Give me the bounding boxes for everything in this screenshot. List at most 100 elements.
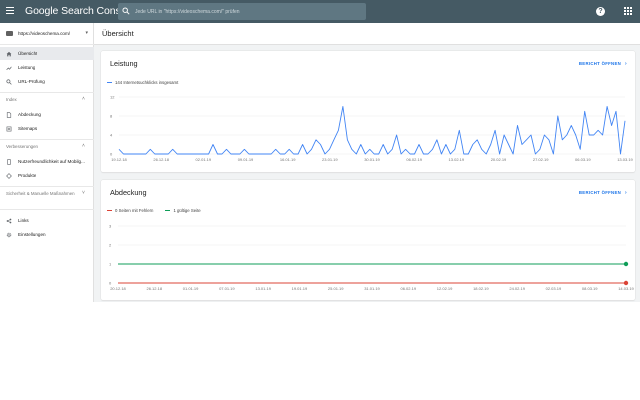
document-icon — [6, 111, 12, 118]
home-icon — [6, 51, 12, 56]
x-tick-label: 06.02.19 — [400, 286, 416, 291]
sidebar-item-einstellungen[interactable]: Einstellungen — [0, 228, 94, 241]
x-tick-label: 07.01.19 — [219, 286, 235, 291]
section-title-verbesserungen[interactable]: Verbesserungen — [6, 144, 86, 150]
x-tick-label: 08.03.19 — [582, 286, 598, 291]
x-tick-label: 18.02.19 — [473, 286, 489, 291]
coverage-card: Abdeckung BERICHT ÖFFNEN › 0 Seiten mit F… — [101, 180, 635, 300]
chart-legend: 0 Seiten mit Fehlern 1 gültige Seite — [107, 208, 213, 213]
series-line-clicks — [118, 106, 626, 155]
search-icon — [122, 7, 130, 15]
chevron-down-icon[interactable]: ˅ — [82, 190, 85, 196]
sidebar-item-links[interactable]: Links — [0, 214, 94, 227]
chevron-up-icon[interactable]: ˄ — [82, 96, 85, 102]
x-tick-label: 19.01.19 — [292, 286, 308, 291]
open-report-button[interactable]: BERICHT ÖFFNEN › — [579, 190, 627, 196]
sidebar-item-label: Produkte — [18, 173, 37, 178]
performance-card: Leistung BERICHT ÖFFNEN › 144 Internetsuc… — [101, 51, 635, 172]
sidebar-item-uebersicht[interactable]: Übersicht — [0, 47, 94, 60]
x-tick-label: 20.12.18 — [110, 286, 126, 291]
menu-icon[interactable] — [6, 7, 14, 15]
sidebar-item-label: Leistung — [18, 65, 36, 70]
sidebar-item-produkte[interactable]: Produkte — [0, 169, 94, 182]
open-report-label: BERICHT ÖFFNEN — [578, 190, 622, 195]
section-title-sicherheit[interactable]: Sicherheit & Manuelle Maßnahmen — [6, 191, 86, 197]
x-tick-label: 02.03.19 — [546, 286, 562, 291]
x-tick-label: 24.02.19 — [509, 286, 525, 291]
x-tick-label: 12.02.19 — [437, 286, 453, 291]
app-window: Google Search Console ? https://videosch… — [0, 0, 640, 302]
chevron-right-icon: › — [625, 61, 627, 67]
y-tick-label: 0 — [109, 280, 112, 285]
sidebar-item-abdeckung[interactable]: Abdeckung — [0, 108, 94, 121]
page-title: Übersicht — [102, 29, 134, 38]
apps-grid-icon[interactable] — [624, 7, 632, 15]
legend-swatch — [165, 209, 171, 212]
sidebar-item-url-pruefung[interactable]: URL-Prüfung — [0, 75, 94, 88]
sidebar-item-label: Abdeckung — [18, 112, 41, 117]
sidebar-item-label: Übersicht — [18, 51, 38, 56]
legend-swatch — [107, 81, 112, 84]
legend-label: 1 gültige Seite — [173, 208, 201, 213]
chart-legend: 144 Internetsuchklicks insgesamt — [107, 80, 190, 85]
y-tick-label: 1 — [109, 261, 112, 266]
y-tick-label: 8 — [110, 113, 113, 118]
property-label: https://videoschema.com/ — [18, 30, 71, 36]
sidebar-item-sitemaps[interactable]: Sitemaps — [0, 122, 94, 135]
x-tick-label: 16.01.19 — [280, 157, 296, 162]
sidebar-item-label: Einstellungen — [18, 232, 46, 237]
legend-label: 0 Seiten mit Fehlern — [115, 208, 154, 213]
property-selector[interactable]: https://videoschema.com/ ▾ — [0, 23, 94, 43]
sidebar-divider — [0, 209, 94, 210]
x-tick-label: 20.02.19 — [491, 157, 507, 162]
sidebar-divider — [0, 186, 94, 187]
x-tick-label: 27.02.19 — [533, 157, 549, 162]
x-tick-label: 19.12.18 — [111, 157, 127, 162]
sidebar-item-label: Links — [18, 218, 29, 223]
trending-icon — [6, 66, 12, 70]
sidebar-item-mobile-usability[interactable]: Nutzerfreundlichkeit auf Mobilg... — [0, 155, 94, 168]
sidebar: https://videoschema.com/ ▾ Übersicht Lei… — [0, 23, 94, 302]
caret-down-icon: ▾ — [85, 30, 88, 36]
sidebar-divider — [0, 92, 94, 93]
x-tick-label: 06.03.19 — [575, 157, 591, 162]
performance-chart: 0 4 8 12 19.12.18 26.12.18 02.01.19 09.01.19 16.… — [110, 94, 634, 162]
links-icon — [6, 218, 12, 223]
help-icon[interactable]: ? — [596, 7, 605, 16]
diamond-icon — [6, 172, 12, 179]
search-input[interactable] — [135, 3, 363, 20]
y-tick-label: 0 — [110, 151, 113, 156]
x-tick-label: 30.01.19 — [364, 157, 380, 162]
section-title-index[interactable]: Index — [6, 97, 86, 103]
open-report-button[interactable]: BERICHT ÖFFNEN › — [579, 61, 627, 67]
settings-icon — [6, 232, 12, 237]
y-tick-label: 12 — [110, 94, 115, 99]
x-tick-label: 13.03.19 — [617, 157, 633, 162]
sidebar-divider — [0, 44, 94, 45]
legend-item[interactable]: 144 Internetsuchklicks insgesamt — [107, 80, 178, 85]
x-tick-label: 14.03.19 — [618, 286, 634, 291]
chevron-up-icon[interactable]: ˄ — [82, 143, 85, 149]
x-tick-label: 13.01.19 — [255, 286, 271, 291]
sidebar-item-label: Sitemaps — [18, 126, 38, 131]
search-icon — [6, 78, 12, 85]
sidebar-item-leistung[interactable]: Leistung — [0, 61, 94, 74]
legend-item[interactable]: 0 Seiten mit Fehlern — [107, 208, 153, 213]
sidebar-item-label: URL-Prüfung — [18, 79, 45, 84]
y-tick-label: 4 — [110, 132, 113, 137]
x-tick-label: 01.01.19 — [183, 286, 199, 291]
legend-item[interactable]: 1 gültige Seite — [165, 208, 201, 213]
sidebar-divider — [0, 139, 94, 140]
chevron-right-icon: › — [625, 190, 627, 196]
x-tick-label: 09.01.19 — [238, 157, 254, 162]
sidebar-item-label: Nutzerfreundlichkeit auf Mobilg... — [18, 159, 85, 164]
property-icon — [6, 30, 13, 36]
x-tick-label: 23.01.19 — [322, 157, 338, 162]
top-bar: Google Search Console ? — [0, 0, 640, 23]
y-tick-label: 2 — [109, 242, 112, 247]
legend-label: 144 Internetsuchklicks insgesamt — [115, 80, 179, 85]
x-tick-label: 26.12.18 — [146, 286, 162, 291]
series-end-point-errors — [623, 280, 629, 286]
x-tick-label: 31.01.19 — [364, 286, 380, 291]
page-header: Übersicht — [94, 23, 640, 45]
